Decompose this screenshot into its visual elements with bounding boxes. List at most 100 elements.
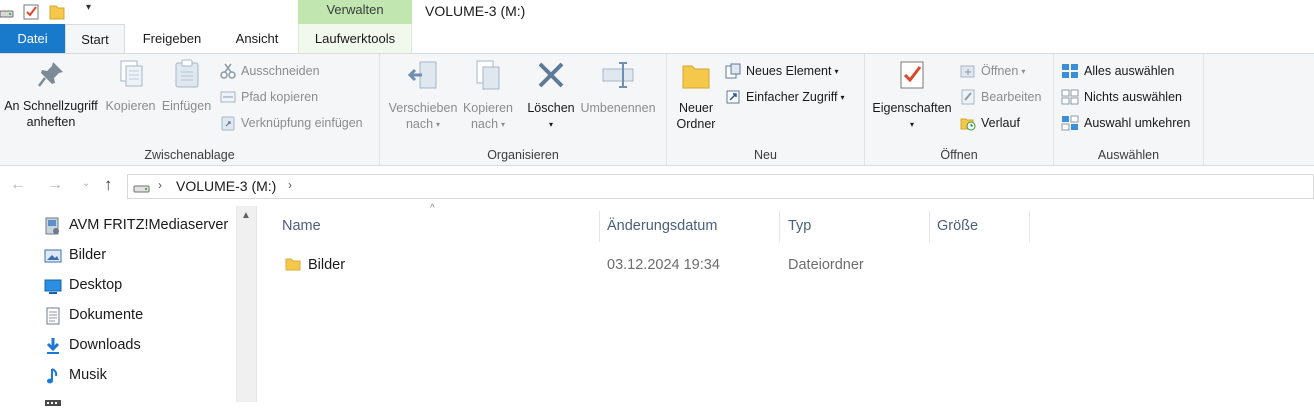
pane-divider[interactable]	[256, 206, 257, 402]
nav-item-label: AVM FRITZ!Mediaserver	[69, 217, 229, 233]
breadcrumb-volume[interactable]: VOLUME-3 (M:)	[176, 178, 276, 194]
chevron-down-icon: ▾	[840, 93, 845, 102]
delete-label: Löschen	[527, 101, 575, 115]
window-title: VOLUME-3 (M:)	[425, 3, 526, 19]
new-item-icon	[725, 63, 741, 79]
desktop-icon	[44, 276, 62, 306]
nav-pane-scrollbar[interactable]: ▲	[236, 206, 256, 402]
delete-button[interactable]: Löschen ▾	[523, 58, 579, 133]
copy-path-label: Pfad kopieren	[241, 90, 319, 104]
context-tab-header-label: Verwalten	[326, 2, 384, 17]
up-arrow-icon[interactable]: ↑	[104, 175, 113, 195]
copy-icon	[103, 58, 158, 94]
group-label-clipboard: Zwischenablage	[144, 148, 235, 162]
properties-checkmark-icon	[869, 58, 955, 96]
paste-icon	[159, 58, 214, 94]
easy-access-label: Einfacher Zugriff ▾	[746, 86, 845, 109]
column-header-date[interactable]: Änderungsdatum	[607, 211, 717, 242]
new-folder-label-1: Neuer	[678, 101, 714, 115]
new-folder-label-2: Ordner	[676, 117, 716, 131]
nav-item-label: Bilder	[69, 247, 107, 263]
group-label-new: Neu	[754, 148, 777, 162]
open-text: Öffnen	[981, 64, 1019, 78]
tab-laufwerktools[interactable]: Laufwerktools	[298, 24, 412, 53]
properties-button[interactable]: Eigenschaften ▾	[869, 58, 955, 133]
scissors-icon	[220, 63, 236, 79]
paste-button[interactable]: Einfügen	[159, 58, 214, 114]
group-label-select: Auswählen	[1097, 148, 1160, 162]
tab-datei[interactable]: Datei	[0, 24, 65, 53]
forward-arrow-icon[interactable]: →	[47, 176, 63, 194]
delete-x-icon	[523, 58, 579, 96]
chevron-down-icon: ▾	[548, 120, 553, 129]
move-to-icon	[384, 58, 462, 96]
tab-freigeben[interactable]: Freigeben	[130, 24, 214, 53]
new-folder-icon	[671, 58, 721, 96]
navigation-pane: AVM FRITZ!Mediaserver Bilder Desktop Dok…	[0, 206, 256, 406]
copy-to-label-2: nach	[470, 117, 499, 131]
new-folder-button[interactable]: Neuer Ordner	[671, 58, 721, 132]
pin-quick-access-button[interactable]: An Schnellzugriff anheften	[0, 58, 102, 130]
title-bar: ▾ Verwalten VOLUME-3 (M:)	[0, 0, 1314, 24]
tab-ansicht[interactable]: Ansicht	[222, 24, 292, 53]
ribbon-tabs: Datei Start Freigeben Ansicht Laufwerkto…	[0, 24, 1314, 54]
column-divider[interactable]	[599, 211, 600, 242]
rename-icon	[578, 58, 658, 96]
properties-label: Eigenschaften	[872, 101, 952, 115]
recent-locations-chevron-icon[interactable]: ⌄	[82, 178, 90, 189]
folder-icon	[285, 256, 301, 275]
select-none-label: Nichts auswählen	[1084, 90, 1182, 104]
chevron-down-icon: ▾	[436, 120, 441, 129]
select-all-icon	[1062, 64, 1078, 78]
column-divider[interactable]	[929, 211, 930, 242]
ribbon: An Schnellzugriff anheften Kopieren Einf…	[0, 53, 1314, 166]
breadcrumb-separator-icon[interactable]: ›	[158, 178, 162, 192]
column-header-name[interactable]: Name	[282, 211, 321, 242]
column-divider[interactable]	[779, 211, 780, 242]
pictures-icon	[44, 246, 62, 276]
easy-access-icon	[726, 90, 740, 104]
group-select: Alles auswählen Nichts auswählen Auswahl…	[1054, 54, 1204, 165]
new-item-text: Neues Element	[746, 64, 832, 78]
rename-button[interactable]: Umbenennen	[578, 58, 658, 116]
column-header-type[interactable]: Typ	[788, 211, 811, 242]
back-arrow-icon[interactable]: ←	[10, 176, 26, 194]
group-label-open: Öffnen	[940, 148, 978, 162]
group-open: Eigenschaften ▾ Öffnen ▾ Bearbeiten Verla…	[865, 54, 1054, 165]
copy-label: Kopieren	[105, 99, 156, 113]
column-header-size[interactable]: Größe	[937, 211, 978, 242]
properties-qat-icon[interactable]	[22, 3, 40, 24]
paste-shortcut-label: Verknüpfung einfügen	[241, 116, 363, 130]
drive-icon	[133, 182, 151, 197]
column-divider[interactable]	[1029, 211, 1030, 242]
copy-to-button[interactable]: Kopieren nach ▾	[456, 58, 520, 133]
copy-to-label-1: Kopieren	[462, 101, 514, 115]
sort-ascending-icon: ^	[430, 203, 435, 214]
rename-label: Umbenennen	[580, 101, 656, 115]
tab-start[interactable]: Start	[65, 24, 125, 54]
history-icon	[960, 118, 976, 131]
chevron-down-icon: ▾	[909, 120, 914, 129]
breadcrumb-separator-icon[interactable]: ›	[288, 178, 292, 192]
file-name[interactable]: Bilder	[308, 250, 345, 280]
qat-customize-icon[interactable]: ▾	[86, 2, 91, 13]
chevron-down-icon: ▾	[501, 120, 506, 129]
pin-label-1: An Schnellzugriff	[4, 99, 98, 113]
drive-icon	[0, 7, 14, 22]
nav-item-label: Downloads	[69, 337, 141, 353]
open-icon	[960, 65, 975, 78]
invert-selection-icon	[1061, 115, 1079, 131]
chevron-down-icon: ▾	[1021, 67, 1026, 76]
move-to-button[interactable]: Verschieben nach ▾	[384, 58, 462, 133]
cut-label: Ausschneiden	[241, 64, 320, 78]
move-to-label-1: Verschieben	[388, 101, 458, 115]
easy-access-text: Einfacher Zugriff	[746, 90, 838, 104]
scroll-up-icon[interactable]: ▲	[241, 210, 251, 221]
file-date: 03.12.2024 19:34	[607, 257, 720, 273]
copy-button[interactable]: Kopieren	[103, 58, 158, 114]
nav-item-label: Musik	[69, 367, 107, 383]
new-folder-qat-icon[interactable]	[48, 3, 66, 24]
copy-path-icon	[220, 91, 236, 103]
address-bar[interactable]: › VOLUME-3 (M:) ›	[127, 174, 1314, 199]
group-organize: Verschieben nach ▾ Kopieren nach ▾ Löschen…	[380, 54, 667, 165]
